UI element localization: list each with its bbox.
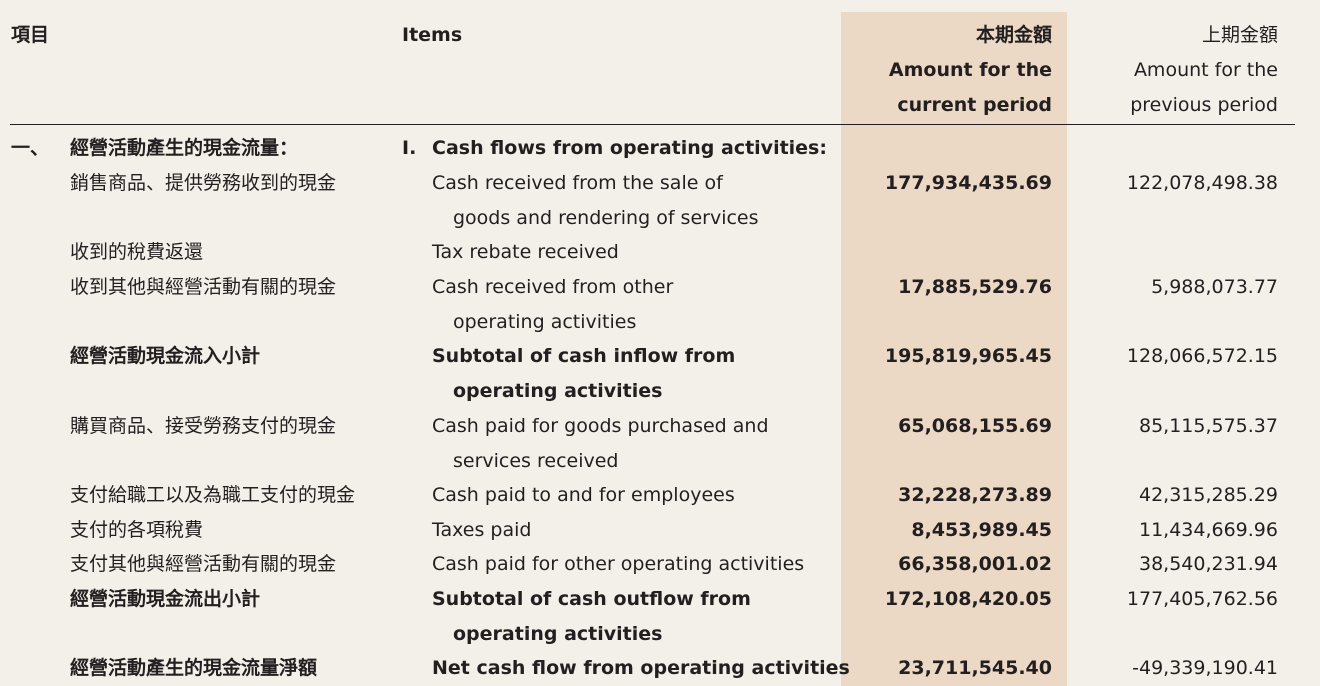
row-label-zh: 支付給職工以及為職工支付的現金 <box>70 484 356 506</box>
row-current-amount: 32,228,273.89 <box>898 484 1052 506</box>
subtotal-inflow-label-en: Subtotal of cash inflow from <box>432 345 736 367</box>
row-label-en: Cash received from other <box>432 276 674 298</box>
row-label-en-continued: goods and rendering of services <box>453 207 759 229</box>
subtotal-outflow-label-en-continued: operating activities <box>453 623 663 645</box>
row-previous-amount: 5,988,073.77 <box>1151 276 1278 298</box>
row-label-zh: 銷售商品、提供勞務收到的現金 <box>70 172 337 194</box>
row-previous-amount: 85,115,575.37 <box>1138 415 1278 437</box>
net-cash-flow-label-en: Net cash flow from operating activities <box>432 657 850 679</box>
row-current-amount: 8,453,989.45 <box>911 519 1052 541</box>
cash-flow-statement-page: 項目 Items 本期金額 Amount for the current per… <box>0 0 1320 686</box>
header-previous-zh: 上期金額 <box>1201 24 1278 46</box>
row-label-en: Cash paid to and for employees <box>432 484 735 506</box>
row-current-amount: 65,068,155.69 <box>898 415 1052 437</box>
row-label-zh: 購買商品、接受勞務支付的現金 <box>70 415 337 437</box>
subtotal-outflow-label-en: Subtotal of cash outflow from <box>432 588 751 610</box>
row-current-amount: 177,934,435.69 <box>884 172 1052 194</box>
subtotal-outflow-previous-amount: 177,405,762.56 <box>1126 588 1278 610</box>
subtotal-outflow-label-zh: 經營活動現金流出小計 <box>70 588 261 610</box>
net-cash-flow-label-zh: 經營活動產生的現金流量淨額 <box>70 657 318 679</box>
subtotal-inflow-current-amount: 195,819,965.45 <box>884 345 1052 367</box>
header-divider <box>10 124 1295 125</box>
row-label-en: Cash received from the sale of <box>432 172 723 194</box>
row-previous-amount: 11,434,669.96 <box>1138 519 1278 541</box>
subtotal-outflow-current-amount: 172,108,420.05 <box>884 588 1052 610</box>
row-label-zh: 收到的稅費返還 <box>70 241 204 263</box>
header-previous-en-line2: previous period <box>1130 94 1278 116</box>
subtotal-inflow-label-zh: 經營活動現金流入小計 <box>70 345 261 367</box>
row-label-zh: 支付其他與經營活動有關的現金 <box>70 553 337 575</box>
section-title-en: Cash flows from operating activities: <box>432 137 827 159</box>
header-items-en: Items <box>402 24 463 46</box>
section-number-en: I. <box>402 137 417 159</box>
row-label-en-continued: services received <box>453 450 619 472</box>
header-items-zh: 項目 <box>11 24 50 46</box>
header-current-en-line2: current period <box>897 94 1052 116</box>
row-label-en: Cash paid for goods purchased and <box>432 415 769 437</box>
row-current-amount: 17,885,529.76 <box>898 276 1052 298</box>
row-label-en: Taxes paid <box>432 519 532 541</box>
row-label-en: Cash paid for other operating activities <box>432 553 805 575</box>
row-previous-amount: 42,315,285.29 <box>1138 484 1278 506</box>
section-title-zh: 經營活動產生的現金流量： <box>70 137 299 159</box>
row-label-en-continued: operating activities <box>453 311 637 333</box>
subtotal-inflow-previous-amount: 128,066,572.15 <box>1126 345 1278 367</box>
net-cash-flow-current-amount: 23,711,545.40 <box>898 657 1052 679</box>
subtotal-inflow-label-en-continued: operating activities <box>453 380 663 402</box>
row-label-zh: 支付的各項稅費 <box>70 519 204 541</box>
row-previous-amount: 122,078,498.38 <box>1126 172 1278 194</box>
row-current-amount: 66,358,001.02 <box>898 553 1052 575</box>
net-cash-flow-previous-amount: -49,339,190.41 <box>1132 657 1278 679</box>
row-label-zh: 收到其他與經營活動有關的現金 <box>70 276 337 298</box>
header-previous-en-line1: Amount for the <box>1133 59 1278 81</box>
row-label-en: Tax rebate received <box>432 241 619 263</box>
header-current-zh: 本期金額 <box>975 24 1052 46</box>
row-previous-amount: 38,540,231.94 <box>1138 553 1278 575</box>
header-current-en-line1: Amount for the <box>888 59 1052 81</box>
section-number-zh: 一、 <box>11 137 50 159</box>
